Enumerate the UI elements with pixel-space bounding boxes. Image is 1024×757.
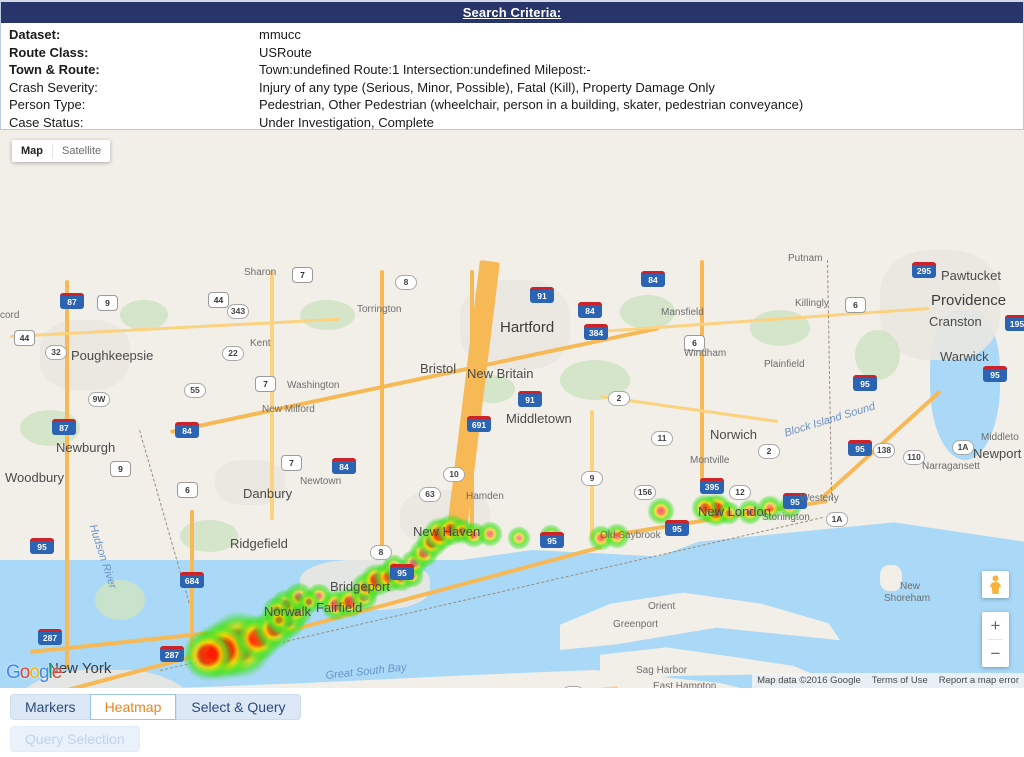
google-logo-letter: o: [29, 662, 40, 683]
criteria-row: Person Type: Pedestrian, Other Pedestrian…: [1, 96, 1023, 114]
zoom-out-button[interactable]: −: [982, 640, 1009, 667]
map-mode-button-group[interactable]: Markers Heatmap Select & Query: [10, 694, 301, 720]
pegman-icon: [990, 574, 1001, 594]
report-map-error-link[interactable]: Report a map error: [939, 675, 1019, 686]
map-water-label: Block Island Sound: [783, 400, 877, 440]
zoom-control[interactable]: + −: [982, 612, 1009, 667]
search-criteria-header: Search Criteria:: [1, 2, 1023, 23]
criteria-label: Town & Route:: [9, 62, 100, 78]
criteria-row: Route Class: USRoute: [1, 44, 1023, 62]
map-type-map-button[interactable]: Map: [12, 140, 52, 162]
criteria-row: Town & Route: Town:undefined Route:1 Inte…: [1, 61, 1023, 79]
map-mode-button-heatmap[interactable]: Heatmap: [89, 694, 177, 720]
map-type-satellite-button[interactable]: Satellite: [53, 140, 110, 162]
water-label-layer: Block Island Sound Hudson River Great Sout…: [0, 130, 1024, 688]
google-logo: Google: [6, 662, 63, 684]
criteria-label: Dataset:: [9, 27, 61, 43]
criteria-label: Route Class:: [9, 44, 89, 60]
criteria-label: Person Type:: [9, 97, 86, 113]
criteria-row: Dataset: mmucc: [1, 26, 1023, 44]
street-view-pegman-button[interactable]: [982, 571, 1009, 598]
terms-of-use-link[interactable]: Terms of Use: [872, 675, 928, 686]
crash-query-app: Search Criteria: Dataset: mmucc Route Clas…: [0, 0, 1024, 757]
map-attribution-bar: Map data ©2016 Google Terms of Use Repor…: [752, 673, 1024, 688]
criteria-value: Under Investigation, Complete: [259, 114, 434, 130]
criteria-value: mmucc: [259, 27, 301, 43]
criteria-row: Crash Severity: Injury of any type (Serio…: [1, 79, 1023, 97]
search-criteria-list: Dataset: mmucc Route Class: USRoute Town & R…: [1, 23, 1023, 131]
map-water-label: Hudson River: [86, 523, 119, 591]
search-criteria-title: Search Criteria:: [462, 5, 562, 20]
map-container[interactable]: 87944329W87698468428728795809567849525A2…: [0, 130, 1024, 688]
search-criteria-panel: Search Criteria: Dataset: mmucc Route Clas…: [0, 0, 1024, 130]
map-water-label: Great South Bay: [325, 661, 408, 682]
criteria-label: Case Status:: [9, 114, 84, 130]
map-mode-toolbar: Markers Heatmap Select & Query Query Selec…: [0, 688, 1024, 757]
criteria-value: Injury of any type (Serious, Minor, Poss…: [259, 79, 715, 95]
criteria-value: Town:undefined Route:1 Intersection:unde…: [259, 62, 591, 78]
criteria-label: Crash Severity:: [9, 79, 98, 95]
map-canvas[interactable]: 87944329W87698468428728795809567849525A2…: [0, 130, 1024, 688]
query-selection-button: Query Selection: [10, 726, 140, 752]
google-logo-letter: g: [38, 662, 50, 683]
google-logo-letter: G: [6, 662, 21, 683]
google-logo-letter: o: [19, 662, 31, 683]
map-data-attribution: Map data ©2016 Google: [757, 675, 861, 686]
map-mode-button-select-query[interactable]: Select & Query: [176, 694, 301, 720]
criteria-value: USRoute: [259, 44, 312, 60]
google-logo-letter: e: [51, 662, 63, 683]
map-type-control[interactable]: Map Satellite: [12, 140, 111, 162]
criteria-row: Case Status: Under Investigation, Complet…: [1, 114, 1023, 132]
criteria-value: Pedestrian, Other Pedestrian (wheelchair…: [259, 97, 804, 113]
zoom-in-button[interactable]: +: [982, 612, 1009, 639]
map-mode-button-markers[interactable]: Markers: [10, 694, 90, 720]
